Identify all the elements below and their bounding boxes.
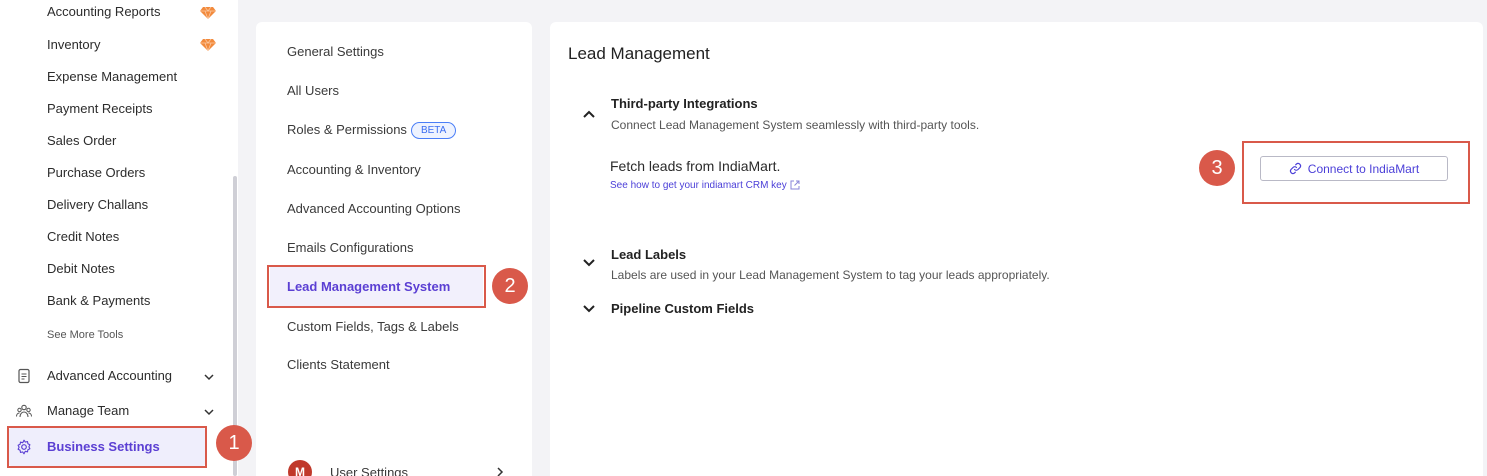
menu-item-emails-configurations[interactable]: Emails Configurations — [287, 240, 413, 256]
premium-gem-icon — [200, 39, 216, 51]
chevron-right-icon[interactable] — [495, 466, 505, 476]
sidebar-item-sales-order[interactable]: Sales Order — [47, 133, 116, 149]
highlight-box-step-1 — [7, 426, 207, 468]
sidebar-item-delivery-challans[interactable]: Delivery Challans — [47, 197, 148, 213]
sidebar-item-expense-management[interactable]: Expense Management — [47, 69, 177, 85]
external-link-icon — [790, 180, 800, 190]
team-icon — [16, 404, 32, 418]
page-title: Lead Management — [568, 44, 710, 63]
menu-item-advanced-accounting-options[interactable]: Advanced Accounting Options — [287, 201, 460, 217]
main-sidebar: Accounting Reports Inventory Expense Man… — [0, 0, 238, 476]
sidebar-group-advanced-accounting[interactable]: Advanced Accounting — [47, 368, 172, 384]
section-title-third-party-integrations[interactable]: Third-party Integrations — [611, 96, 758, 111]
user-settings-link[interactable]: User Settings — [330, 465, 408, 476]
sidebar-item-debit-notes[interactable]: Debit Notes — [47, 261, 115, 277]
sidebar-item-credit-notes[interactable]: Credit Notes — [47, 229, 119, 245]
section-description: Labels are used in your Lead Management … — [611, 268, 1050, 282]
chevron-up-icon[interactable] — [582, 109, 596, 119]
menu-item-general-settings[interactable]: General Settings — [287, 44, 384, 60]
sidebar-item-accounting-reports[interactable]: Accounting Reports — [47, 4, 160, 20]
section-title-lead-labels[interactable]: Lead Labels — [611, 247, 686, 262]
see-more-tools-link[interactable]: See More Tools — [47, 327, 123, 343]
sidebar-item-purchase-orders[interactable]: Purchase Orders — [47, 165, 145, 181]
document-icon — [18, 368, 30, 384]
menu-item-roles-permissions[interactable]: Roles & Permissions BETA — [287, 122, 457, 139]
sidebar-item-inventory[interactable]: Inventory — [47, 37, 100, 53]
menu-item-custom-fields[interactable]: Custom Fields, Tags & Labels — [287, 319, 459, 335]
chevron-down-icon[interactable] — [202, 405, 216, 419]
menu-item-clients-statement[interactable]: Clients Statement — [287, 357, 390, 373]
menu-item-all-users[interactable]: All Users — [287, 83, 339, 99]
premium-gem-icon — [200, 7, 216, 19]
sidebar-item-payment-receipts[interactable]: Payment Receipts — [47, 101, 153, 117]
step-badge-2: 2 — [492, 268, 528, 304]
lead-management-panel — [550, 22, 1483, 476]
sidebar-group-manage-team[interactable]: Manage Team — [47, 403, 129, 419]
chevron-down-icon[interactable] — [202, 370, 216, 384]
menu-item-accounting-inventory[interactable]: Accounting & Inventory — [287, 162, 421, 178]
step-badge-3: 3 — [1199, 150, 1235, 186]
highlight-box-step-3 — [1242, 141, 1470, 204]
chevron-down-icon[interactable] — [582, 258, 596, 268]
section-title-pipeline-custom-fields[interactable]: Pipeline Custom Fields — [611, 301, 754, 316]
beta-badge: BETA — [410, 122, 457, 139]
step-badge-1: 1 — [216, 425, 252, 461]
crm-key-help-link[interactable]: See how to get your indiamart CRM key — [610, 180, 800, 191]
sidebar-item-bank-payments[interactable]: Bank & Payments — [47, 293, 150, 309]
chevron-down-icon[interactable] — [582, 304, 596, 314]
fetch-leads-label: Fetch leads from IndiaMart. — [610, 158, 781, 174]
section-description: Connect Lead Management System seamlessl… — [611, 118, 980, 132]
menu-item-label: Roles & Permissions — [287, 122, 407, 137]
crm-key-help-text: See how to get your indiamart CRM key — [610, 180, 787, 191]
highlight-box-step-2 — [267, 265, 486, 308]
